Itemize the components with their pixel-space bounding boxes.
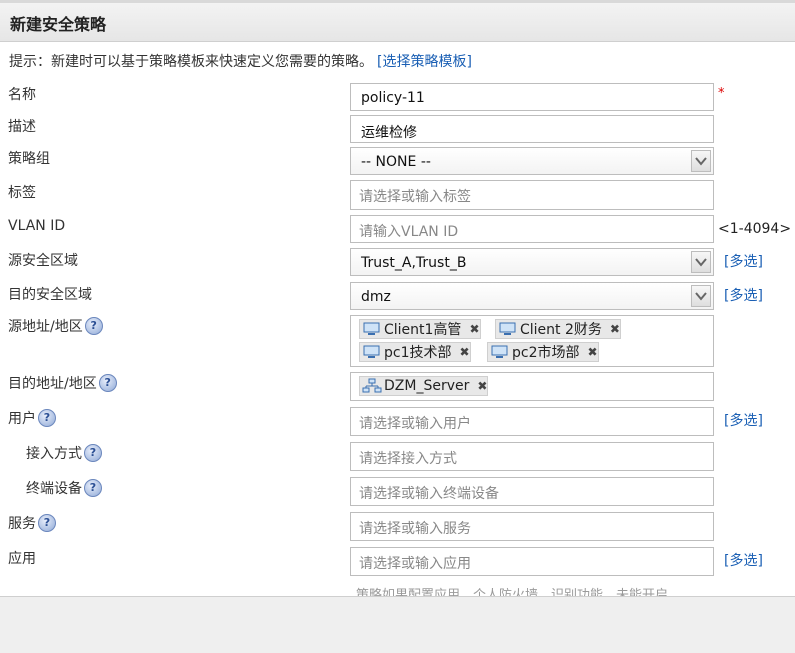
tag-input[interactable]: 请选择或输入标签 (350, 180, 714, 210)
src-zone-value: Trust_A,Trust_B (361, 255, 467, 271)
src-addr-tag-label: pc1技术部 (384, 345, 452, 361)
remove-tag-icon[interactable]: ✖ (469, 322, 479, 336)
dst-zone-label: 目的安全区域 (8, 287, 92, 303)
service-label: 服务 ? (8, 513, 56, 533)
app-label: 应用 (8, 551, 36, 567)
help-icon[interactable]: ? (84, 479, 102, 497)
help-icon[interactable]: ? (84, 444, 102, 462)
src-addr-label-text: 源地址/地区 (8, 319, 83, 335)
truncated-note: 策略如果配置应用，个人防火墙，识别功能，未能开启 (356, 588, 669, 596)
group-select[interactable]: -- NONE -- (350, 147, 714, 175)
chevron-down-icon[interactable] (691, 150, 711, 172)
choose-template-link[interactable]: [选择策略模板] (377, 54, 472, 70)
vlan-input[interactable]: 请输入VLAN ID (350, 215, 714, 243)
network-icon (362, 378, 382, 394)
src-addr-tagbox[interactable]: Client1高管 ✖ Client 2财务 ✖ pc1技术部 ✖ pc2市场部… (350, 315, 714, 367)
access-label: 接入方式 ? (26, 443, 102, 463)
service-label-text: 服务 (8, 516, 36, 532)
terminal-placeholder: 请选择或输入终端设备 (359, 486, 499, 502)
src-addr-tag: pc2市场部 ✖ (487, 342, 599, 362)
required-mark: * (718, 86, 725, 101)
computer-icon (491, 345, 508, 359)
app-placeholder: 请选择或输入应用 (359, 556, 471, 572)
remove-tag-icon[interactable]: ✖ (610, 322, 620, 336)
dialog-footer (0, 596, 795, 653)
help-icon[interactable]: ? (38, 514, 56, 532)
name-value: policy-11 (361, 90, 425, 106)
user-label: 用户 ? (8, 408, 56, 428)
access-placeholder: 请选择接入方式 (359, 451, 457, 467)
src-addr-tag-label: Client 2财务 (520, 322, 602, 338)
src-addr-label: 源地址/地区 ? (8, 316, 103, 336)
dst-addr-label: 目的地址/地区 ? (8, 373, 117, 393)
terminal-input[interactable]: 请选择或输入终端设备 (350, 477, 714, 506)
name-input[interactable]: policy-11 (350, 83, 714, 111)
computer-icon (363, 345, 380, 359)
name-label: 名称 (8, 87, 36, 103)
remove-tag-icon[interactable]: ✖ (477, 379, 487, 393)
user-multi-select[interactable]: [多选] (724, 410, 763, 430)
group-value: -- NONE -- (361, 154, 431, 170)
service-placeholder: 请选择或输入服务 (359, 521, 471, 537)
tag-placeholder: 请选择或输入标签 (359, 189, 471, 205)
terminal-label-text: 终端设备 (26, 481, 82, 497)
desc-input[interactable]: 运维检修 (350, 115, 714, 143)
src-addr-tag: pc1技术部 ✖ (359, 342, 471, 362)
src-zone-label: 源安全区域 (8, 253, 78, 269)
dialog-title: 新建安全策略 (10, 15, 107, 34)
help-icon[interactable]: ? (38, 409, 56, 427)
vlan-range-hint: <1-4094> (718, 221, 792, 237)
dst-addr-tag: DZM_Server ✖ (359, 376, 489, 396)
src-addr-tag-label: Client1高管 (384, 322, 462, 338)
terminal-label: 终端设备 ? (26, 478, 102, 498)
titlebar-top-line (0, 0, 795, 3)
dialog-titlebar: 新建安全策略 (0, 0, 795, 42)
dst-addr-tag-label: DZM_Server (384, 378, 470, 394)
desc-label: 描述 (8, 119, 36, 135)
computer-icon (363, 322, 380, 336)
service-input[interactable]: 请选择或输入服务 (350, 512, 714, 541)
dst-addr-tagbox[interactable]: DZM_Server ✖ (350, 372, 714, 401)
dst-zone-value: dmz (361, 289, 391, 305)
src-zone-select[interactable]: Trust_A,Trust_B (350, 248, 714, 276)
chevron-down-icon[interactable] (691, 251, 711, 273)
help-icon[interactable]: ? (98, 374, 117, 392)
chevron-down-icon[interactable] (691, 285, 711, 307)
computer-icon (499, 322, 516, 336)
user-input[interactable]: 请选择或输入用户 (350, 407, 714, 436)
remove-tag-icon[interactable]: ✖ (588, 345, 598, 359)
access-label-text: 接入方式 (26, 446, 82, 462)
vlan-placeholder: 请输入VLAN ID (359, 224, 459, 240)
user-placeholder: 请选择或输入用户 (359, 416, 471, 432)
app-input[interactable]: 请选择或输入应用 (350, 547, 714, 576)
user-label-text: 用户 (8, 411, 36, 427)
src-addr-tag: Client1高管 ✖ (359, 319, 481, 339)
hint-message: 提示：新建时可以基于策略模板来快速定义您需要的策略。 (9, 54, 373, 70)
tag-label: 标签 (8, 185, 36, 201)
dst-zone-multi-select[interactable]: [多选] (724, 285, 763, 305)
remove-tag-icon[interactable]: ✖ (460, 345, 470, 359)
vlan-label: VLAN ID (8, 218, 66, 234)
dst-zone-select[interactable]: dmz (350, 282, 714, 310)
src-zone-multi-select[interactable]: [多选] (724, 251, 763, 271)
access-input[interactable]: 请选择接入方式 (350, 442, 714, 471)
help-icon[interactable]: ? (84, 317, 103, 335)
hint-text: 提示：新建时可以基于策略模板来快速定义您需要的策略。 [选择策略模板] (9, 51, 472, 71)
group-label: 策略组 (8, 151, 50, 167)
desc-value: 运维检修 (361, 125, 417, 141)
app-multi-select[interactable]: [多选] (724, 550, 763, 570)
dst-addr-label-text: 目的地址/地区 (8, 376, 97, 392)
src-addr-tag: Client 2财务 ✖ (495, 319, 621, 339)
src-addr-tag-label: pc2市场部 (512, 345, 580, 361)
